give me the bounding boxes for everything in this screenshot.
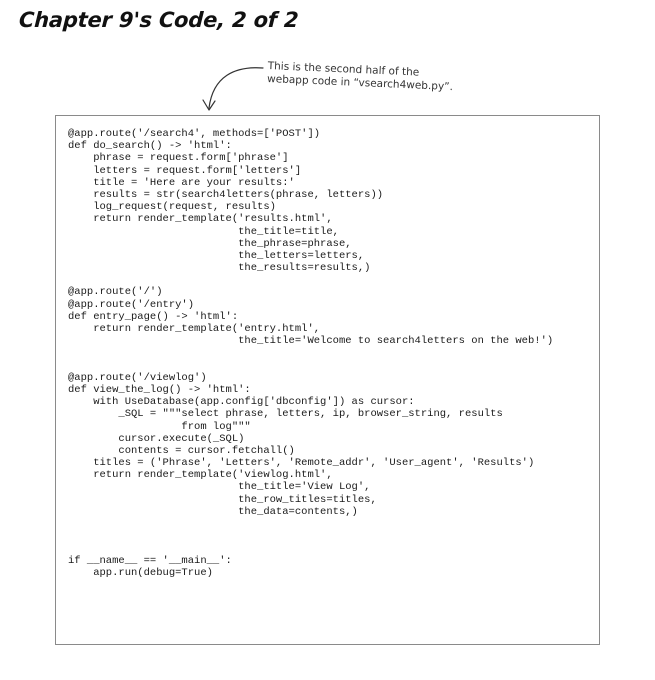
code-line: return render_template('results.html', bbox=[68, 213, 333, 226]
handwritten-annotation: This is the second half of the webapp co… bbox=[267, 60, 454, 94]
code-line: titles = ('Phrase', 'Letters', 'Remote_a… bbox=[68, 457, 535, 470]
code-line: from log""" bbox=[68, 420, 251, 433]
code-line: title = 'Here are your results:' bbox=[68, 176, 295, 189]
code-line: @app.route('/entry') bbox=[68, 298, 195, 311]
code-line: log_request(request, results) bbox=[68, 201, 276, 214]
code-line: the_title=title, bbox=[68, 225, 339, 238]
code-line: the_letters=letters, bbox=[68, 249, 365, 262]
code-line: return render_template('entry.html', bbox=[68, 323, 321, 335]
code-line: _SQL = """select phrase, letters, ip, br… bbox=[68, 408, 503, 421]
code-line: if __name__ == '__main__': bbox=[68, 554, 232, 567]
annotation-arrow-icon bbox=[202, 67, 264, 111]
code-line: app.run(debug=True) bbox=[68, 566, 213, 579]
code-line: letters = request.form['letters'] bbox=[68, 164, 302, 177]
code-line: return render_template('viewlog.html', bbox=[68, 469, 333, 482]
code-line: contents = cursor.fetchall() bbox=[68, 444, 295, 457]
code-line: the_results=results,) bbox=[68, 262, 371, 275]
code-line: the_title='Welcome to search4letters on … bbox=[68, 335, 554, 348]
code-line: the_row_titles=titles, bbox=[68, 493, 377, 506]
code-line: with UseDatabase(app.config['dbconfig'])… bbox=[68, 396, 415, 409]
code-line: phrase = request.form['phrase'] bbox=[68, 152, 289, 165]
code-line: the_phrase=phrase, bbox=[68, 237, 352, 250]
code-line: def view_the_log() -> 'html': bbox=[68, 383, 251, 396]
code-line: def entry_page() -> 'html': bbox=[68, 310, 239, 323]
page-title: Chapter 9's Code, 2 of 2 bbox=[18, 8, 300, 32]
code-line: @app.route('/search4', methods=['POST']) bbox=[68, 128, 321, 140]
code-line: @app.route('/viewlog') bbox=[68, 371, 207, 384]
code-line: the_title='View Log', bbox=[68, 481, 371, 494]
code-line: def do_search() -> 'html': bbox=[68, 140, 232, 153]
code-line: results = str(search4letters(phrase, let… bbox=[68, 188, 384, 201]
code-line: the_data=contents,) bbox=[68, 505, 358, 518]
code-line: @app.route('/') bbox=[68, 286, 163, 299]
code-listing: @app.route('/search4', methods=['POST'])… bbox=[68, 128, 553, 579]
code-line: cursor.execute(_SQL) bbox=[68, 432, 245, 445]
code-listing-box: @app.route('/search4', methods=['POST'])… bbox=[55, 115, 600, 645]
